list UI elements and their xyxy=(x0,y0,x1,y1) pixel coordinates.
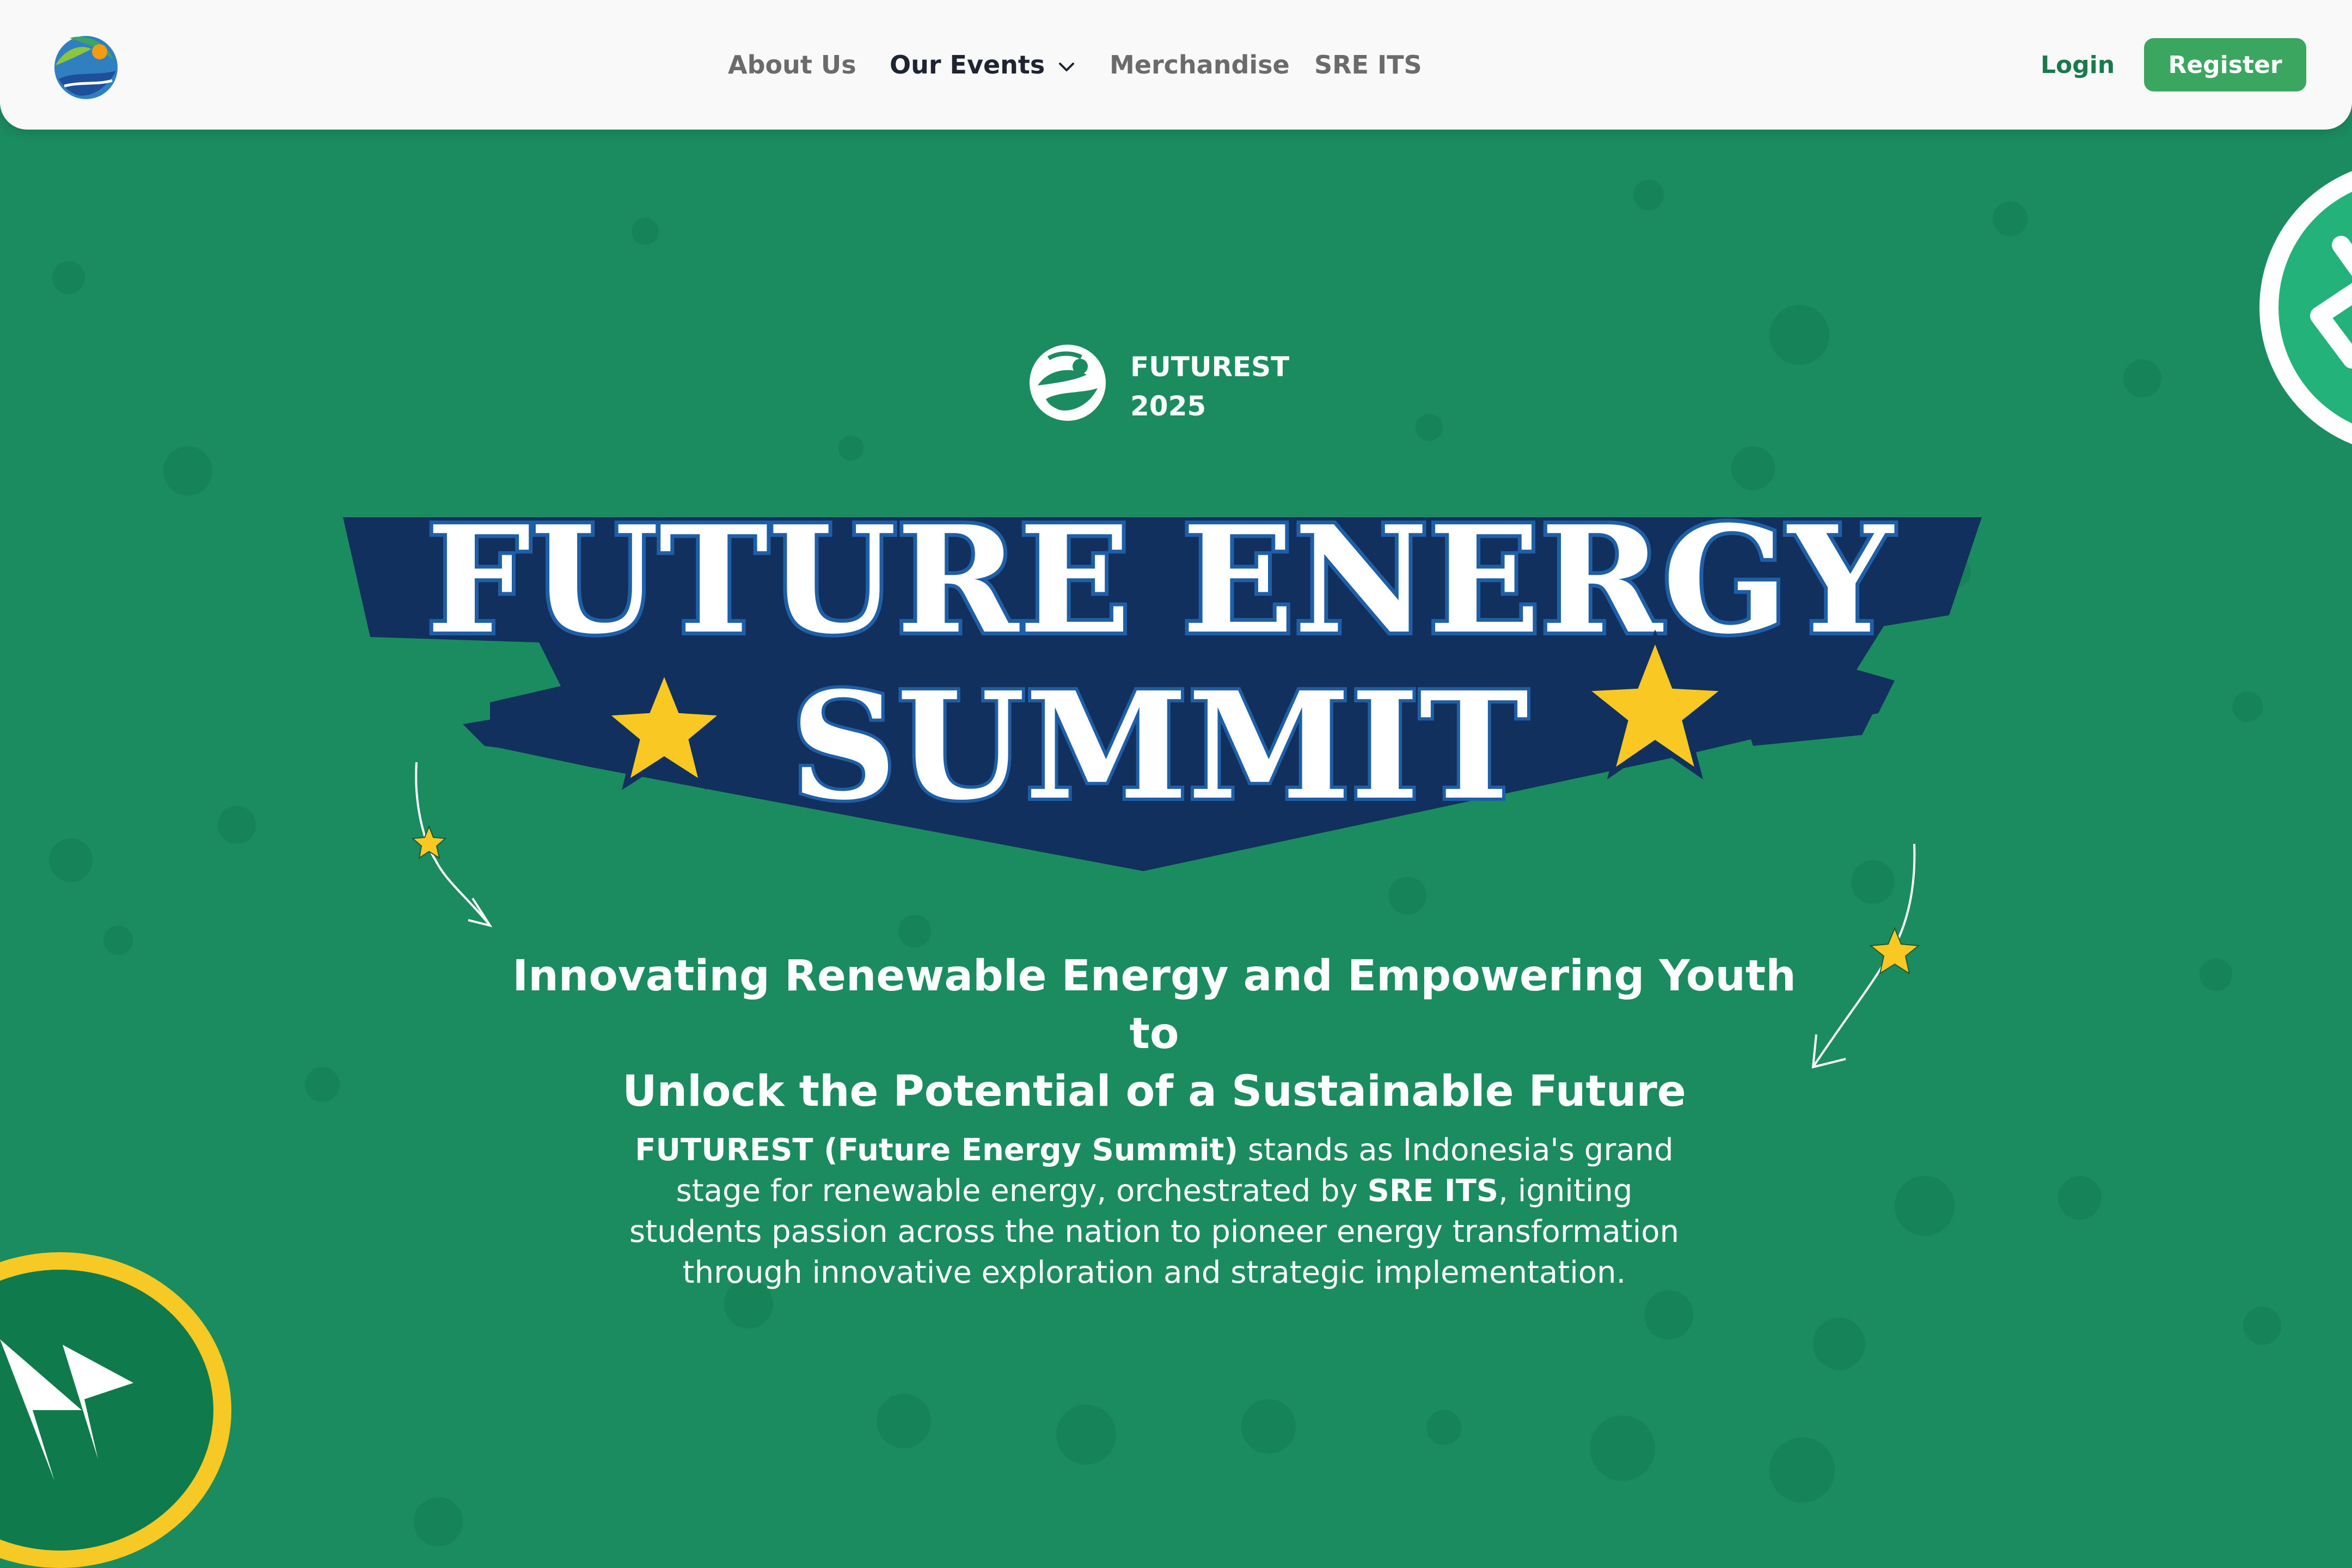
bg-bubble xyxy=(1056,1405,1116,1465)
bg-bubble xyxy=(1731,446,1775,490)
top-navbar: About Us Our Events Merchandise SRE ITS … xyxy=(0,0,2352,130)
bg-bubble xyxy=(1813,1318,1865,1370)
bg-bubble xyxy=(877,1394,931,1448)
bg-bubble xyxy=(2243,1307,2281,1345)
description-strong-futurest: FUTUREST (Future Energy Summit) xyxy=(635,1132,1239,1168)
bg-bubble xyxy=(2123,359,2161,397)
bg-bubble xyxy=(52,261,85,294)
bg-bubble xyxy=(305,1067,340,1102)
nav-our-events[interactable]: Our Events xyxy=(890,50,1077,79)
bg-bubble xyxy=(49,838,93,882)
decorative-badge-left xyxy=(0,1252,231,1568)
description-strong-sre: SRE ITS xyxy=(1367,1173,1499,1209)
brand-name: FUTUREST 2025 xyxy=(1130,347,1289,426)
bg-bubble xyxy=(163,446,212,495)
hero-description: FUTUREST (Future Energy Summit) stands a… xyxy=(615,1130,1693,1293)
brand-name-line1: FUTUREST xyxy=(1130,351,1290,383)
bg-bubble xyxy=(1590,1416,1655,1481)
nav-merchandise[interactable]: Merchandise xyxy=(1110,50,1290,79)
bg-bubble xyxy=(2232,691,2263,722)
bg-bubble xyxy=(898,915,931,947)
bg-bubble xyxy=(218,806,256,844)
title-line2: SUMMIT xyxy=(791,659,1528,832)
bg-bubble xyxy=(838,436,863,461)
hero-headline: Innovating Renewable Energy and Empoweri… xyxy=(490,947,1818,1120)
bg-bubble xyxy=(1644,1290,1693,1339)
bg-bubble xyxy=(1769,305,1829,365)
bg-bubble xyxy=(2058,1176,2102,1220)
bg-bubble xyxy=(1416,414,1443,441)
nav-about-us[interactable]: About Us xyxy=(728,50,856,79)
headline-line2: Unlock the Potential of a Sustainable Fu… xyxy=(622,1067,1686,1116)
nav-our-events-label: Our Events xyxy=(890,50,1045,79)
chevron-down-icon xyxy=(1059,62,1075,71)
title-line1: FUTURE ENERGY xyxy=(426,506,1896,666)
futurest-brand-logo-icon xyxy=(1030,345,1106,421)
brand-name-line2: 2025 xyxy=(1130,390,1206,422)
bg-bubble xyxy=(414,1497,463,1546)
bg-bubble xyxy=(1769,1437,1835,1503)
futurest-logo-icon[interactable] xyxy=(48,27,124,103)
bg-bubble xyxy=(1633,180,1664,210)
bg-bubble xyxy=(1895,1176,1955,1236)
bg-bubble xyxy=(103,926,133,955)
star-icon xyxy=(1869,927,1920,975)
headline-line1: Innovating Renewable Energy and Empoweri… xyxy=(512,952,1796,1058)
decorative-badge-right xyxy=(2259,171,2352,444)
bg-bubble xyxy=(1241,1399,1296,1454)
login-link[interactable]: Login xyxy=(2041,51,2115,79)
nav-sre-its[interactable]: SRE ITS xyxy=(1314,50,1422,79)
bg-bubble xyxy=(2200,958,2232,991)
bg-bubble xyxy=(632,218,659,245)
bg-bubble xyxy=(1426,1410,1461,1445)
hero-title: FUTURE ENERGY SUMMIT xyxy=(343,506,1982,871)
bg-bubble xyxy=(1993,201,2028,236)
register-button[interactable]: Register xyxy=(2144,38,2306,91)
